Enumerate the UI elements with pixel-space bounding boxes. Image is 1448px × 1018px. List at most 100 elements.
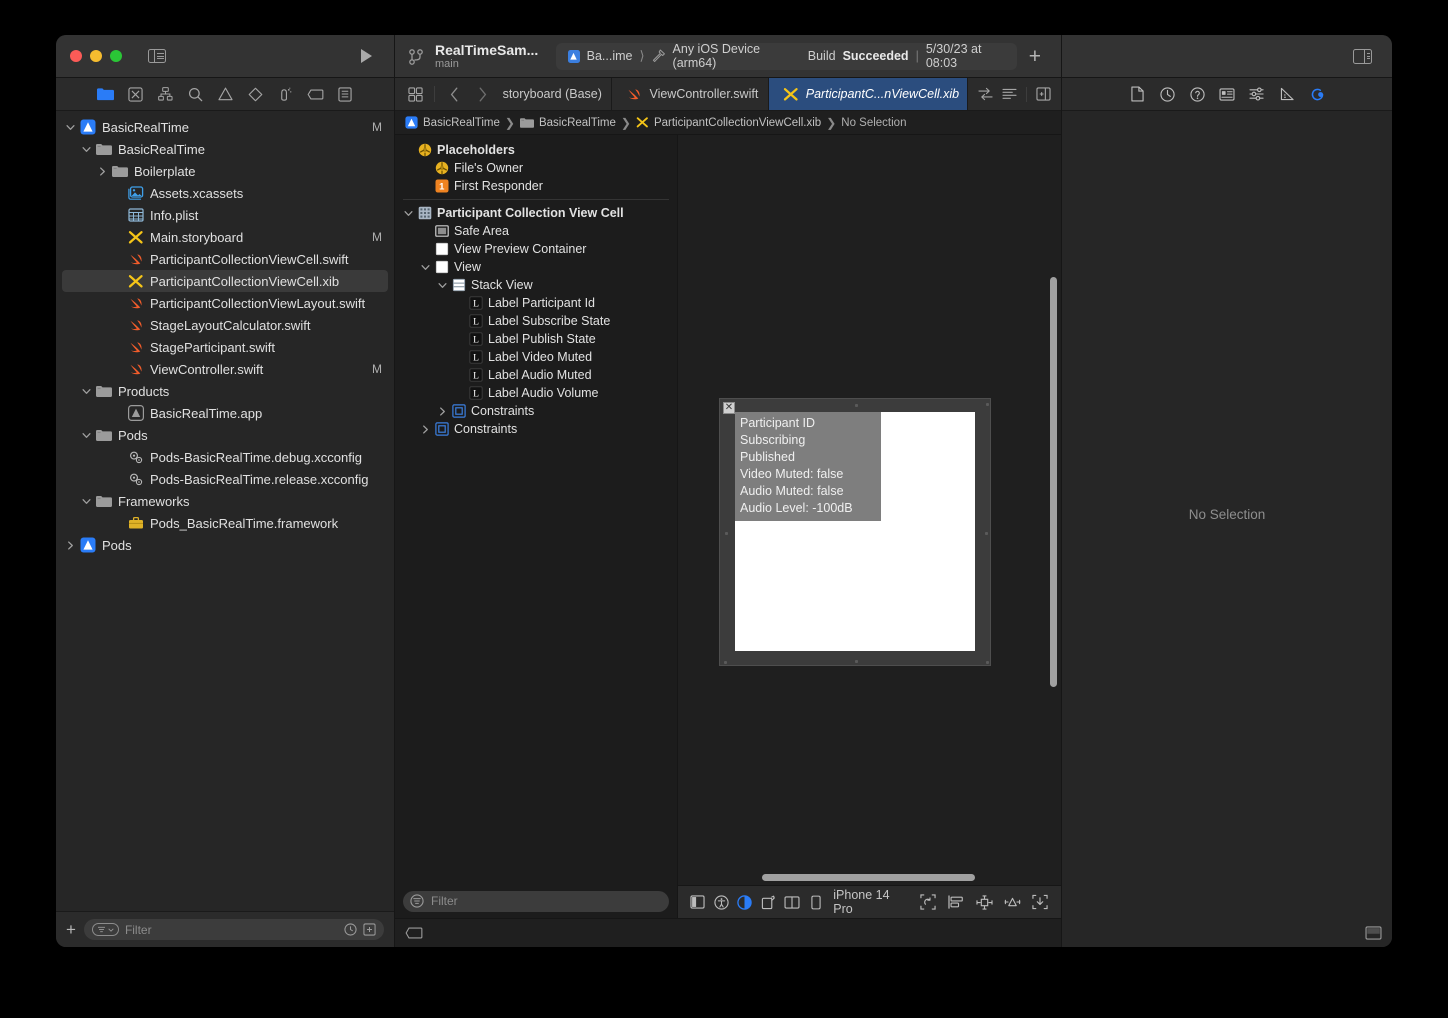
embed-icon[interactable]	[1027, 890, 1053, 914]
disclosure-triangle-icon[interactable]	[82, 431, 95, 440]
update-frames-icon[interactable]	[915, 890, 941, 914]
editor-tabs[interactable]: Main.storyboard (Base) ViewController.sw…	[502, 78, 968, 110]
outline-row[interactable]: Safe Area	[395, 222, 677, 240]
outline-row[interactable]: LLabel Audio Muted	[395, 366, 677, 384]
tests-icon[interactable]	[240, 83, 270, 105]
device-selector[interactable]: iPhone 14 Pro	[833, 888, 905, 916]
build-status-bar[interactable]: Ba...ime ⟩ Any iOS Device (arm64) Build …	[556, 43, 1016, 70]
disclosure-triangle-icon[interactable]	[66, 541, 79, 550]
outline-row[interactable]: LLabel Subscribe State	[395, 312, 677, 330]
outline-row[interactable]: 1First Responder	[395, 177, 677, 195]
disclosure-triangle-icon[interactable]	[66, 123, 79, 132]
outline-row[interactable]: LLabel Video Muted	[395, 348, 677, 366]
navigator-row-selected[interactable]: ParticipantCollectionViewCell.xib	[62, 270, 388, 292]
close-window-button[interactable]	[70, 50, 82, 62]
canvas-horizontal-scrollbar[interactable]	[762, 874, 975, 881]
breakpoint-icon[interactable]	[300, 83, 330, 105]
navigator-row[interactable]: StageLayoutCalculator.swift	[56, 314, 394, 336]
report-icon[interactable]	[330, 83, 360, 105]
maximize-window-button[interactable]	[110, 50, 122, 62]
outline-row[interactable]: Constraints	[395, 420, 677, 438]
forward-chevron-icon[interactable]	[470, 83, 494, 105]
library-icon[interactable]	[1365, 926, 1382, 940]
debug-icon[interactable]	[270, 83, 300, 105]
file-inspector-icon[interactable]	[1122, 83, 1152, 105]
recent-files-icon[interactable]	[344, 923, 357, 936]
history-inspector-icon[interactable]	[1152, 83, 1182, 105]
back-chevron-icon[interactable]	[442, 83, 466, 105]
editor-tab[interactable]: ViewController.swift	[612, 78, 768, 110]
toggle-inspector-icon[interactable]	[1353, 49, 1372, 64]
source-control-filter-icon[interactable]	[363, 923, 376, 936]
outline-row[interactable]: Placeholders	[395, 141, 677, 159]
outline-row[interactable]: File's Owner	[395, 159, 677, 177]
navigator-row[interactable]: BasicRealTimeM	[56, 116, 394, 138]
breadcrumb-item[interactable]: No Selection	[841, 117, 906, 129]
disclosure-triangle-icon[interactable]	[82, 387, 95, 396]
scheme-selector[interactable]: RealTimeSam... main	[435, 42, 538, 71]
navigator-row[interactable]: ParticipantCollectionViewLayout.swift	[56, 292, 394, 314]
outline-row[interactable]: LLabel Participant Id	[395, 294, 677, 312]
disclosure-triangle-icon[interactable]	[421, 263, 434, 272]
xib-preview-device[interactable]: ✕	[719, 398, 991, 666]
disclosure-triangle-icon[interactable]	[404, 209, 417, 218]
navigator-filter-input[interactable]: Filter	[84, 919, 384, 940]
align-icon[interactable]	[943, 890, 969, 914]
interface-builder-canvas[interactable]: ✕	[678, 135, 1061, 871]
outline-row[interactable]: View Preview Container	[395, 240, 677, 258]
pin-icon[interactable]	[971, 890, 997, 914]
navigator-file-tree[interactable]: BasicRealTimeM BasicRealTime Boilerplate…	[56, 111, 394, 911]
attributes-inspector-icon[interactable]	[1242, 83, 1272, 105]
navigator-row[interactable]: BasicRealTime.app	[56, 402, 394, 424]
disclosure-triangle-icon[interactable]	[98, 167, 111, 176]
disclosure-triangle-icon[interactable]	[82, 497, 95, 506]
outline-row[interactable]: Participant Collection View Cell	[395, 204, 677, 222]
navigator-row[interactable]: Pods_BasicRealTime.framework	[56, 512, 394, 534]
folder-icon[interactable]	[90, 83, 120, 105]
run-button[interactable]	[361, 49, 372, 63]
outline-filter-input[interactable]: Filter	[403, 891, 669, 912]
minimap-icon[interactable]	[1002, 88, 1017, 101]
outline-row[interactable]: LLabel Audio Volume	[395, 384, 677, 402]
split-icon[interactable]	[780, 890, 804, 914]
breadcrumb-item[interactable]: BasicRealTime	[405, 116, 500, 129]
grid-icon[interactable]	[403, 83, 427, 105]
panel-icon[interactable]	[686, 890, 710, 914]
filter-options-icon[interactable]	[92, 923, 119, 936]
symbols-icon[interactable]	[150, 83, 180, 105]
add-button[interactable]: +	[1029, 46, 1041, 67]
navigator-row[interactable]: Pods	[56, 534, 394, 556]
disclosure-triangle-icon[interactable]	[438, 407, 451, 416]
identity-inspector-icon[interactable]	[1212, 83, 1242, 105]
navigator-row[interactable]: Info.plist	[56, 204, 394, 226]
close-icon[interactable]: ✕	[723, 402, 735, 414]
issues-icon[interactable]	[210, 83, 240, 105]
disclosure-triangle-icon[interactable]	[82, 145, 95, 154]
quick-help-icon[interactable]	[1182, 83, 1212, 105]
editor-tab-active[interactable]: ParticipantC...nViewCell.xib	[769, 78, 968, 110]
size-inspector-icon[interactable]	[1272, 83, 1302, 105]
minimize-window-button[interactable]	[90, 50, 102, 62]
connections-inspector-icon[interactable]	[1302, 83, 1332, 105]
disclosure-triangle-icon[interactable]	[421, 425, 434, 434]
toggle-navigator-icon[interactable]	[148, 49, 166, 63]
related-items-icon[interactable]	[978, 87, 993, 101]
outline-row[interactable]: Stack View	[395, 276, 677, 294]
navigator-row[interactable]: ParticipantCollectionViewCell.swift	[56, 248, 394, 270]
navigator-row[interactable]: Main.storyboardM	[56, 226, 394, 248]
navigator-row[interactable]: Boilerplate	[56, 160, 394, 182]
source-control-icon[interactable]	[120, 83, 150, 105]
navigator-row[interactable]: Pods	[56, 424, 394, 446]
navigator-row[interactable]: ViewController.swiftM	[56, 358, 394, 380]
navigator-row[interactable]: StageParticipant.swift	[56, 336, 394, 358]
navigator-row[interactable]: Products	[56, 380, 394, 402]
outline-row[interactable]: View	[395, 258, 677, 276]
breadcrumb-item[interactable]: ParticipantCollectionViewCell.xib	[636, 116, 821, 129]
navigator-row[interactable]: Pods-BasicRealTime.release.xcconfig	[56, 468, 394, 490]
outline-row[interactable]: LLabel Publish State	[395, 330, 677, 348]
navigator-row[interactable]: BasicRealTime	[56, 138, 394, 160]
appearance-icon[interactable]	[733, 890, 757, 914]
add-file-button[interactable]: +	[66, 921, 76, 938]
add-editor-icon[interactable]	[1036, 87, 1051, 101]
navigator-row[interactable]: Pods-BasicRealTime.debug.xcconfig	[56, 446, 394, 468]
